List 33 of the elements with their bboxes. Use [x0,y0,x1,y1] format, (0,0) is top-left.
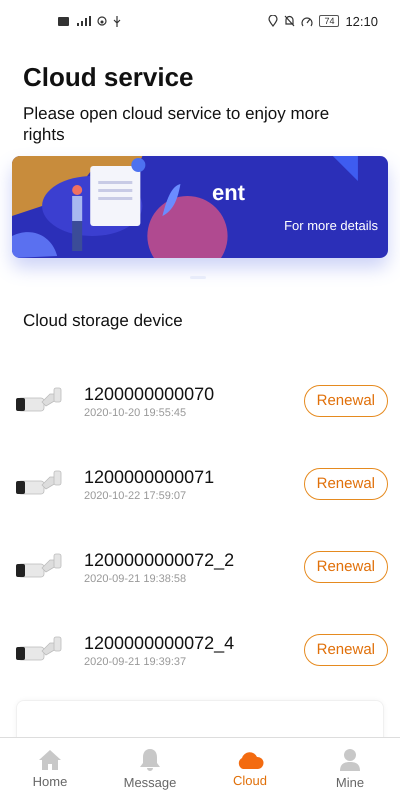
page-subtitle: Please open cloud service to enjoy more rights [23,103,330,145]
location-icon [268,15,278,27]
home-icon [38,749,62,771]
cloud-icon [236,750,264,770]
hotspot-icon [97,16,107,26]
device-date: 2020-09-21 19:38:58 [84,572,188,584]
speedometer-icon [301,16,314,26]
section-title: Cloud storage device [23,310,184,332]
usb-icon [113,16,121,26]
device-name: 1200000000072_2 [84,548,236,570]
nav-tab[interactable]: Home [0,738,100,800]
device-name: 1200000000072_4 [84,632,236,654]
device-name: 1200000000070 [84,382,216,404]
device-date: 2020-10-22 17:59:07 [84,490,188,502]
device-date: 2020-10-20 19:55:45 [84,406,188,418]
muted-bell-icon [284,15,296,27]
nav-tab[interactable]: Cloud [200,738,300,800]
renewal-button[interactable]: Renewal [304,634,388,666]
signal-icon [75,16,91,26]
renewal-button[interactable]: Renewal [304,384,388,416]
nav-tab[interactable]: Message [100,738,200,800]
renewal-button[interactable]: Renewal [304,550,388,582]
renewal-button[interactable]: Renewal [304,468,388,500]
battery-level: 74 [319,15,340,27]
nav-tab[interactable]: Mine [300,738,400,800]
device-name: 1200000000071 [84,466,216,488]
page-title: Cloud service [23,62,195,92]
banner-title: ent [212,180,245,206]
clock-time: 12:10 [345,14,378,28]
person-icon [339,748,361,772]
device-date: 2020-09-21 19:39:37 [84,656,188,668]
details-link[interactable]: For more details [284,218,378,233]
bell-icon [139,748,161,772]
